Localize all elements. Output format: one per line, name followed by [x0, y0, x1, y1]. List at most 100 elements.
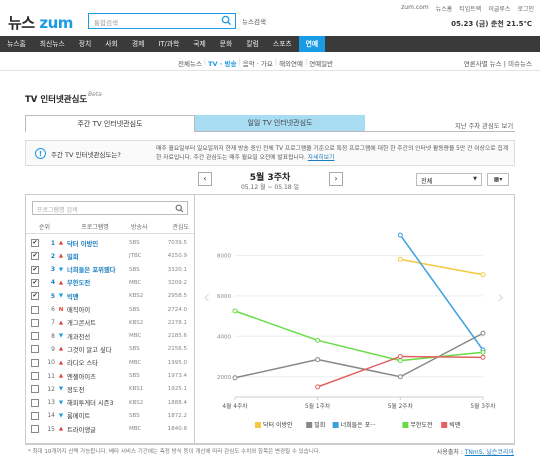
top-link-1[interactable]: 뉴스홈: [436, 4, 453, 13]
row-program-name[interactable]: 빅맨: [67, 292, 129, 301]
row-checkbox[interactable]: [31, 305, 39, 314]
row-program-name[interactable]: 밀회: [67, 252, 129, 261]
right-nav[interactable]: 연론사별 뉴스 | 미슈뉴스: [464, 58, 532, 68]
table-row[interactable]: 9 ▲ 그것이 알고 싶다 SBS 2156.5: [26, 343, 194, 355]
row-checkbox[interactable]: [31, 332, 39, 341]
nav-item-4[interactable]: 경제: [125, 36, 152, 52]
tab-weekly[interactable]: 주간 TV 인터넷관심도: [25, 115, 195, 132]
calendar-button[interactable]: ▦▾: [487, 173, 509, 186]
beta-badge: Beta: [88, 91, 102, 98]
row-checkbox[interactable]: ✔: [31, 239, 39, 247]
table-row[interactable]: 6 N 매직아이 SBS 2724.0: [26, 304, 194, 316]
row-checkbox[interactable]: ✔: [31, 278, 39, 287]
subnav-item-2[interactable]: 음악 · 가요: [243, 58, 273, 68]
row-checkbox[interactable]: [31, 425, 39, 434]
nav-item-1[interactable]: 최신뉴스: [33, 36, 72, 52]
tab-daily[interactable]: 일일 TV 인터넷관심도: [195, 115, 365, 132]
nav-item-0[interactable]: 뉴스홈: [0, 36, 33, 52]
legend-swatch: [306, 422, 313, 428]
row-checkbox[interactable]: [31, 385, 39, 394]
row-checkbox[interactable]: [31, 345, 39, 354]
subnav-item-4[interactable]: 연예일반: [309, 58, 333, 68]
table-row[interactable]: ✔ 4 ▲ 무한도전 MBC 3209.2: [26, 277, 194, 289]
table-row[interactable]: ✔ 1 ▲ 닥터 이방인 SBS 7039.5: [26, 237, 194, 249]
row-program-name[interactable]: 매직아이: [67, 305, 129, 314]
site-logo[interactable]: 뉴스 zum: [8, 12, 73, 33]
row-program-name[interactable]: 엔젤아이즈: [67, 372, 129, 381]
row-program-name[interactable]: 닥터 이방인: [67, 239, 129, 248]
row-program-name[interactable]: 룸메이트: [67, 411, 129, 420]
row-checkbox[interactable]: ✔: [31, 265, 39, 274]
row-channel: SBS: [129, 373, 140, 379]
row-program-name[interactable]: 트라이앵글: [67, 425, 129, 434]
nav-item-5[interactable]: IT/과학: [151, 36, 186, 52]
row-checkbox[interactable]: [31, 398, 39, 407]
footnote: * 최대 10개까지 선택 가능합니다. 베타 서비스 기간에는 측정 방식 등…: [28, 449, 321, 455]
table-row[interactable]: 8 ▼ 개과천선 MBC 2185.6: [26, 330, 194, 342]
table-row[interactable]: 15 ▲ 트라이앵글 MBC 1840.8: [26, 423, 194, 435]
top-link-3[interactable]: 이글루스: [488, 4, 510, 13]
nav-item-9[interactable]: 스포츠: [266, 36, 299, 52]
chart-prev-icon[interactable]: ‹: [203, 287, 210, 308]
row-program-name[interactable]: 라디오 스타: [67, 358, 129, 367]
row-program-name[interactable]: 개그콘서트: [67, 318, 129, 327]
top-links: zum.com 뉴스홈 티임트랙 이글루스 로그인: [401, 4, 534, 13]
more-link[interactable]: 자세히보기: [308, 155, 335, 161]
row-score: 1872.2: [167, 412, 187, 419]
row-checkbox[interactable]: [31, 358, 39, 367]
subnav-item-0[interactable]: 전체뉴스: [178, 58, 202, 68]
table-row[interactable]: 11 ▲ 엔젤아이즈 SBS 1973.4: [26, 370, 194, 382]
row-program-name[interactable]: 무한도전: [67, 278, 129, 287]
x-tick-label: 5월 2주차: [388, 402, 414, 410]
search-input[interactable]: 통합검색: [94, 17, 118, 27]
table-row[interactable]: 13 ▼ 해피투게더 시즌3 KBS2 1888.4: [26, 397, 194, 409]
row-score: 2958.5: [167, 293, 187, 300]
program-search-input[interactable]: 프로그램명 검색: [37, 205, 78, 214]
prev-week-button[interactable]: ‹: [198, 172, 212, 186]
next-week-button[interactable]: ›: [329, 172, 343, 186]
table-row[interactable]: 14 ▼ 룸메이트 SBS 1872.2: [26, 410, 194, 422]
chart-next-icon[interactable]: ›: [497, 287, 504, 308]
table-row[interactable]: 12 ▼ 정도전 KBS1 1925.1: [26, 383, 194, 395]
row-checkbox[interactable]: ✔: [31, 292, 39, 301]
subnav-item-3[interactable]: 해외연예: [279, 58, 303, 68]
y-tick-label: 4000: [217, 334, 231, 340]
data-point: [480, 349, 486, 355]
series-line-0: [400, 258, 484, 276]
nav-item-8[interactable]: 칼럼: [239, 36, 266, 52]
top-link-2[interactable]: 티임트랙: [459, 4, 481, 13]
row-program-name[interactable]: 해피투게더 시즌3: [67, 398, 129, 407]
top-link-0[interactable]: zum.com: [401, 4, 429, 13]
nav-item-7[interactable]: 문화: [213, 36, 240, 52]
search-icon[interactable]: [175, 204, 184, 213]
channel-select[interactable]: 전체 ▼: [416, 173, 482, 186]
row-program-name[interactable]: 정도전: [67, 385, 129, 394]
row-program-name[interactable]: 그것이 알고 싶다: [67, 345, 129, 354]
row-program-name[interactable]: 개과천선: [67, 332, 129, 341]
top-link-4[interactable]: 로그인: [517, 4, 534, 13]
table-row[interactable]: 7 ▲ 개그콘서트 KBS2 2278.1: [26, 317, 194, 329]
nav-item-6[interactable]: 국제: [186, 36, 213, 52]
row-checkbox[interactable]: [31, 411, 39, 420]
row-checkbox[interactable]: [31, 318, 39, 327]
rank-change-icon: ▼: [58, 333, 64, 340]
nav-item-3[interactable]: 사회: [98, 36, 125, 52]
table-row[interactable]: ✔ 2 ▲ 밀회 JTBC 4150.9: [26, 250, 194, 262]
source-link[interactable]: TNmS, 닐슨코리아: [465, 449, 514, 456]
nav-item-10[interactable]: 연예: [298, 36, 326, 52]
legend-label: 빅맨: [449, 421, 461, 429]
table-row[interactable]: ✔ 3 ▼ 너희들은 포위됐다 SBS 3320.1: [26, 264, 194, 276]
row-program-name[interactable]: 너희들은 포위됐다: [67, 265, 129, 274]
interest-line-chart: ‹ › 2000 4000 6000 8000 4월 4주차 5월 1주차 5월 2주차 5월 3…: [203, 232, 504, 429]
search-box[interactable]: 통합검색: [88, 13, 236, 29]
subnav-item-1[interactable]: TV · 방송: [208, 58, 236, 68]
row-checkbox[interactable]: [31, 372, 39, 380]
nav-item-2[interactable]: 정치: [72, 36, 99, 52]
search-icon[interactable]: [221, 15, 232, 26]
row-checkbox[interactable]: ✔: [31, 252, 39, 261]
program-search[interactable]: 프로그램명 검색: [32, 201, 188, 215]
past-week-link[interactable]: 지난 주차 관심도 보기: [455, 121, 513, 130]
row-channel: MBC: [129, 359, 142, 366]
table-row[interactable]: ✔ 5 ▼ 빅맨 KBS2 2958.5: [26, 290, 194, 302]
table-row[interactable]: 10 ▲ 라디오 스타 MBC 1995.0: [26, 357, 194, 369]
